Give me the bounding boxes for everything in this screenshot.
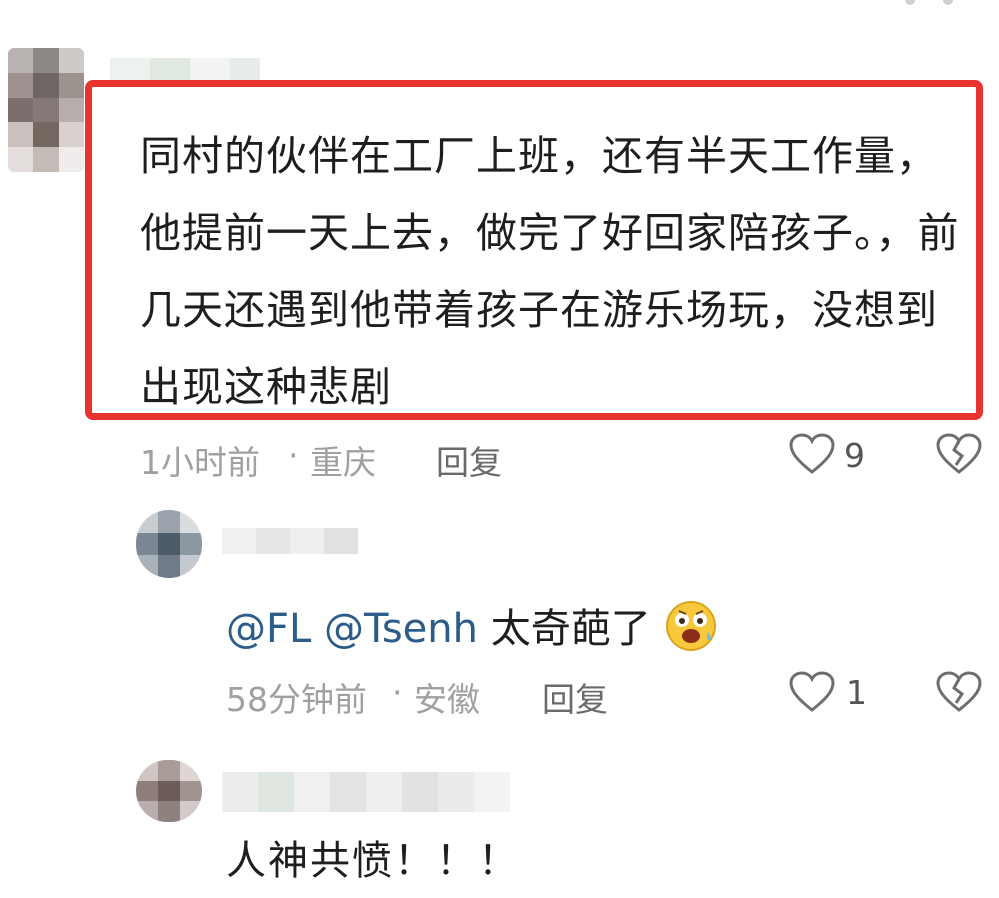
meta-separator: · (392, 673, 403, 712)
reply-button[interactable]: 回复 (436, 436, 502, 484)
username-blurred[interactable] (222, 772, 510, 812)
heart-outline-icon[interactable] (788, 432, 836, 476)
reply-location: 安徽 (414, 680, 480, 719)
reply-content: @FL @Tsenh 太奇葩了 (226, 598, 719, 655)
heart-outline-icon[interactable] (788, 670, 836, 714)
username-blurred[interactable] (222, 528, 358, 554)
mention-link[interactable]: @Tsenh (324, 606, 478, 652)
reply-text: 太奇葩了 (490, 606, 651, 652)
comment-location: 重庆 (310, 443, 376, 482)
comment-time: 1小时前 (140, 443, 260, 482)
comment-text: 同村的伙伴在工厂上班，还有半天工作量，他提前一天上去，做完了好回家陪孩子。，前几… (140, 132, 960, 411)
reply-text: 人神共愤！！！ (226, 838, 520, 884)
avatar[interactable] (136, 760, 202, 822)
top-edge-icon (905, 0, 953, 5)
like-count: 1 (846, 673, 867, 712)
avatar[interactable] (136, 510, 202, 578)
reply-button[interactable]: 回复 (542, 673, 608, 721)
like-count: 9 (844, 436, 865, 475)
broken-heart-icon[interactable] (935, 670, 983, 714)
avatar[interactable] (8, 48, 84, 172)
meta-separator: · (288, 436, 299, 475)
broken-heart-icon[interactable] (935, 432, 983, 476)
reply-time: 58分钟前 (226, 680, 367, 719)
scared-face-emoji (666, 601, 717, 651)
mention-link[interactable]: @FL (226, 606, 311, 652)
